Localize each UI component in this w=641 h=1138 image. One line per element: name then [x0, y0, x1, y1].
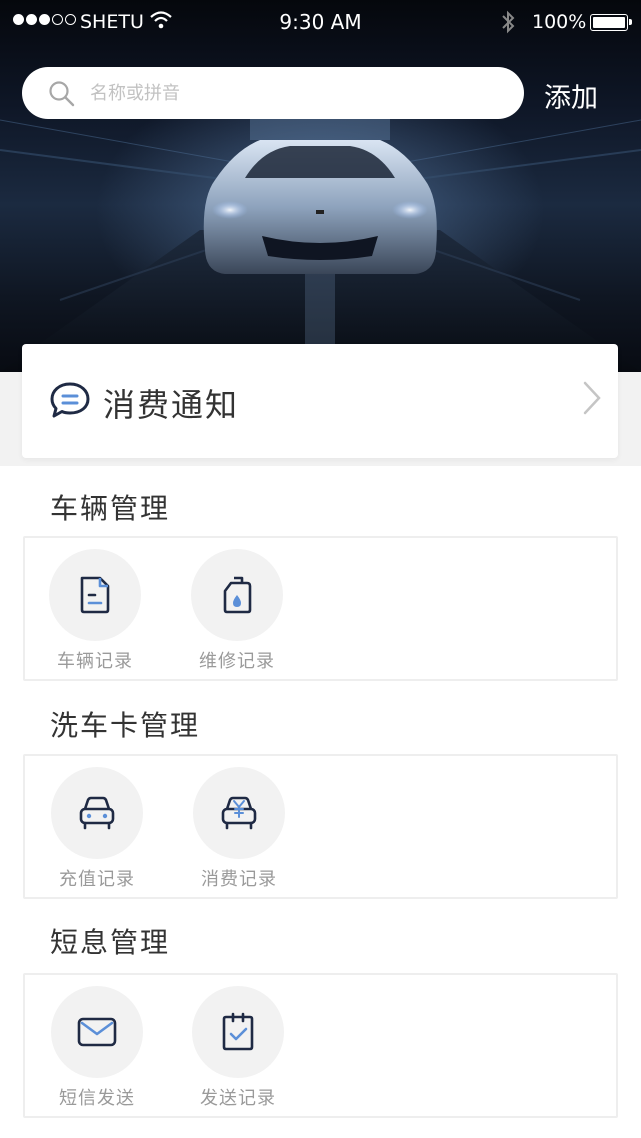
checklist-icon [192, 986, 284, 1078]
battery-percent: 100% [532, 11, 587, 33]
chat-bubble-icon [49, 381, 91, 425]
add-button[interactable]: 添加 [544, 76, 598, 115]
tile-label: 车辆记录 [57, 651, 133, 672]
section-title-wash-card: 洗车卡管理 [50, 709, 201, 742]
car-icon [51, 767, 143, 859]
hero-banner: SHETU 9:30 AM 100% 添加 [0, 0, 641, 372]
wash-card-panel: 充值记录 消费记录 [23, 754, 618, 899]
oil-can-icon [191, 549, 283, 641]
search-input[interactable] [90, 79, 490, 107]
chevron-right-icon [582, 380, 602, 420]
search-bar[interactable] [22, 67, 524, 119]
document-icon [49, 549, 141, 641]
envelope-icon [51, 986, 143, 1078]
send-records-tile[interactable]: 发送记录 [188, 986, 288, 1110]
car-tunnel-image [0, 110, 641, 372]
section-title-vehicle: 车辆管理 [50, 492, 171, 525]
car-yen-icon [193, 767, 285, 859]
bluetooth-icon [500, 9, 516, 40]
recharge-records-tile[interactable]: 充值记录 [47, 767, 147, 891]
vehicle-panel: 车辆记录 维修记录 [23, 536, 618, 681]
tile-label: 维修记录 [199, 651, 275, 672]
battery-icon [590, 14, 632, 31]
repair-records-tile[interactable]: 维修记录 [187, 549, 287, 673]
tile-label: 消费记录 [201, 869, 277, 890]
status-bar: SHETU 9:30 AM 100% [0, 0, 641, 44]
vehicle-records-tile[interactable]: 车辆记录 [45, 549, 145, 673]
notice-title: 消费通知 [103, 386, 240, 424]
tile-label: 短信发送 [59, 1088, 135, 1109]
consumption-notice-card[interactable]: 消费通知 [22, 344, 618, 458]
tile-label: 充值记录 [59, 869, 135, 890]
consumption-records-tile[interactable]: 消费记录 [189, 767, 289, 891]
search-icon [48, 80, 76, 112]
send-sms-tile[interactable]: 短信发送 [47, 986, 147, 1110]
section-title-sms: 短息管理 [50, 926, 171, 959]
sms-panel: 短信发送 发送记录 [23, 973, 618, 1118]
tile-label: 发送记录 [200, 1088, 276, 1109]
